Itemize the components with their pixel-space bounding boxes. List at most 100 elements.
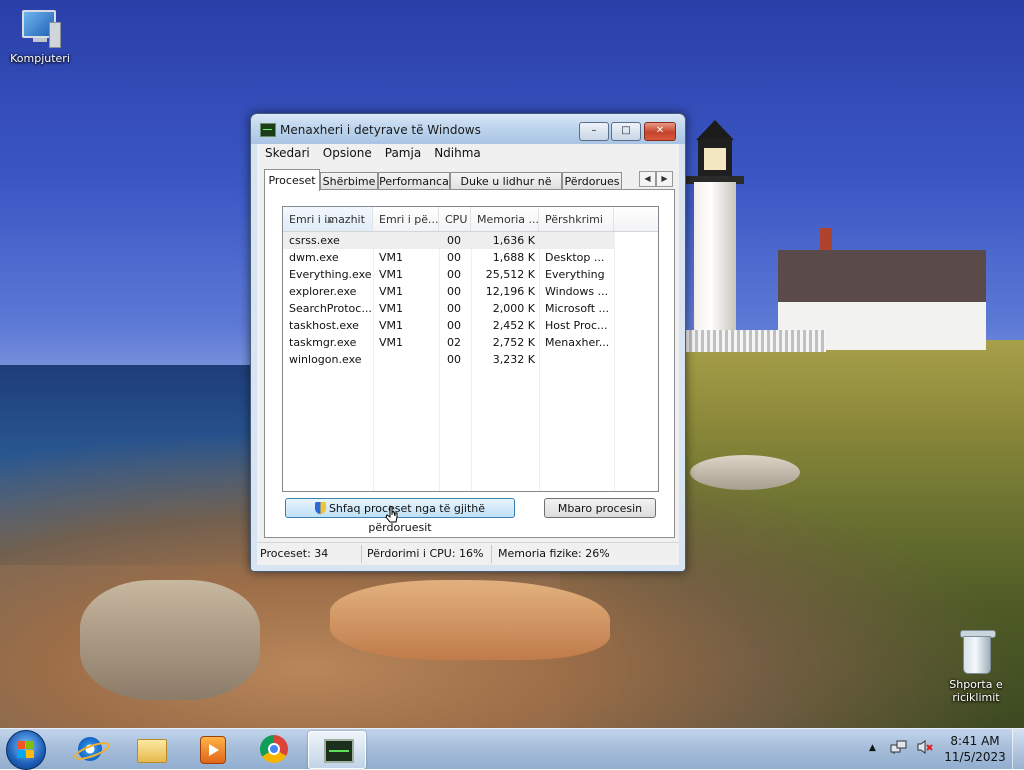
desktop-icon-computer[interactable]: Kompjuteri bbox=[0, 8, 80, 65]
process-user: VM1 bbox=[379, 302, 404, 315]
menu-help[interactable]: Ndihma bbox=[426, 144, 486, 162]
process-user: VM1 bbox=[379, 336, 404, 349]
fence bbox=[686, 330, 826, 352]
window-title: Menaxheri i detyrave të Windows bbox=[280, 123, 481, 137]
process-description bbox=[539, 351, 614, 368]
column-description[interactable]: Përshkrimi bbox=[539, 207, 614, 231]
process-description: Everything bbox=[545, 268, 605, 281]
file-explorer-icon bbox=[137, 739, 167, 763]
close-button[interactable]: ✕ bbox=[644, 122, 676, 141]
show-desktop-button[interactable] bbox=[1012, 729, 1024, 769]
minimize-button[interactable]: – bbox=[579, 122, 609, 141]
system-tray: ▲ 8:41 AM 11/5/2023 bbox=[864, 729, 1024, 769]
chrome-icon bbox=[260, 735, 288, 763]
process-description: Windows ... bbox=[545, 285, 609, 298]
computer-icon bbox=[19, 8, 61, 48]
uac-shield-icon bbox=[314, 502, 326, 514]
table-row[interactable]: winlogon.exe 00 3,232 K bbox=[283, 351, 658, 368]
taskbar-file-explorer[interactable] bbox=[123, 731, 179, 767]
media-player-icon bbox=[200, 736, 226, 764]
process-memory: 25,512 K bbox=[485, 268, 535, 281]
title-bar[interactable]: Menaxheri i detyrave të Windows – □ ✕ bbox=[251, 114, 685, 144]
task-manager-icon bbox=[260, 123, 276, 137]
rock bbox=[330, 580, 610, 660]
volume-muted-icon[interactable] bbox=[916, 739, 934, 758]
process-name: dwm.exe bbox=[289, 251, 339, 264]
table-row[interactable]: taskhost.exe VM1 00 2,452 K Host Proc... bbox=[283, 317, 658, 334]
column-image-name[interactable]: ▲ Emri i imazhit bbox=[283, 207, 373, 231]
process-name: Everything.exe bbox=[289, 268, 372, 281]
list-body: csrss.exe 00 1,636 K dwm.exe VM1 00 1,68… bbox=[283, 232, 658, 368]
menu-options[interactable]: Opsione bbox=[315, 144, 377, 162]
process-name: taskhost.exe bbox=[289, 319, 359, 332]
table-row[interactable]: explorer.exe VM1 00 12,196 K Windows ... bbox=[283, 283, 658, 300]
show-all-users-processes-button[interactable]: Shfaq proceset nga të gjithë përdoruesit bbox=[285, 498, 515, 534]
task-manager-window[interactable]: Menaxheri i detyrave të Windows – □ ✕ Sk… bbox=[250, 113, 686, 572]
processes-panel: ▲ Emri i imazhit Emri i pë... CPU Memori… bbox=[264, 189, 675, 538]
table-row[interactable]: SearchProtoc... VM1 00 2,000 K Microsoft… bbox=[283, 300, 658, 317]
windows-logo-icon bbox=[17, 741, 35, 759]
process-cpu: 00 bbox=[447, 319, 461, 332]
taskbar-media-player[interactable] bbox=[184, 731, 240, 767]
tab-performance[interactable]: Performanca bbox=[378, 172, 450, 190]
list-header: ▲ Emri i imazhit Emri i pë... CPU Memori… bbox=[283, 207, 658, 232]
status-bar: Proceset: 34 Përdorimi i CPU: 16% Memori… bbox=[257, 542, 679, 565]
tab-services[interactable]: Shërbime bbox=[320, 172, 378, 190]
process-cpu: 00 bbox=[447, 234, 461, 247]
rock bbox=[80, 580, 260, 700]
process-cpu: 00 bbox=[447, 302, 461, 315]
clock[interactable]: 8:41 AM 11/5/2023 bbox=[944, 733, 1006, 765]
tab-users[interactable]: Përdorues bbox=[562, 172, 622, 190]
process-name: explorer.exe bbox=[289, 285, 357, 298]
taskbar-internet-explorer[interactable] bbox=[62, 731, 118, 767]
table-row[interactable]: csrss.exe 00 1,636 K bbox=[283, 232, 614, 249]
show-hidden-icons-icon[interactable]: ▲ bbox=[869, 743, 876, 753]
process-memory: 12,196 K bbox=[485, 285, 535, 298]
sort-up-icon: ▲ bbox=[327, 216, 333, 224]
process-description: Host Proc... bbox=[545, 319, 608, 332]
process-cpu: 02 bbox=[447, 336, 461, 349]
tab-scroll-right-icon[interactable]: ▶ bbox=[656, 171, 673, 187]
process-memory: 1,688 K bbox=[492, 251, 535, 264]
process-cpu: 00 bbox=[447, 251, 461, 264]
start-button[interactable] bbox=[6, 730, 46, 770]
table-row[interactable]: taskmgr.exe VM1 02 2,752 K Menaxher... bbox=[283, 334, 658, 351]
menu-view[interactable]: Pamja bbox=[377, 144, 426, 162]
process-cpu: 00 bbox=[447, 353, 461, 366]
maximize-button[interactable]: □ bbox=[611, 122, 641, 141]
process-user bbox=[373, 232, 439, 249]
tab-scroll-left-icon[interactable]: ◀ bbox=[639, 171, 656, 187]
end-process-button[interactable]: Mbaro procesin bbox=[544, 498, 656, 518]
menu-file[interactable]: Skedari bbox=[257, 144, 315, 162]
taskbar-task-manager[interactable] bbox=[308, 731, 366, 769]
process-description: Microsoft ... bbox=[545, 302, 610, 315]
process-user: VM1 bbox=[379, 268, 404, 281]
process-memory: 2,752 K bbox=[492, 336, 535, 349]
recycle-bin-icon bbox=[960, 630, 996, 674]
desktop-icon-recycle-bin[interactable]: Shporta e riciklimit bbox=[936, 630, 1016, 704]
process-memory: 1,636 K bbox=[492, 234, 535, 247]
network-icon[interactable] bbox=[890, 739, 908, 758]
menu-bar: Skedari Opsione Pamja Ndihma bbox=[257, 144, 679, 162]
process-memory: 3,232 K bbox=[492, 353, 535, 366]
rock bbox=[690, 455, 800, 490]
taskbar-chrome[interactable] bbox=[246, 731, 302, 767]
status-cpu-usage: Përdorimi i CPU: 16% bbox=[367, 547, 484, 560]
column-memory[interactable]: Memoria ... bbox=[471, 207, 539, 231]
process-name: SearchProtoc... bbox=[289, 302, 372, 315]
process-memory: 2,000 K bbox=[492, 302, 535, 315]
tab-networking[interactable]: Duke u lidhur në rrjet bbox=[450, 172, 562, 205]
task-manager-icon bbox=[324, 739, 354, 763]
column-user-name[interactable]: Emri i pë... bbox=[373, 207, 439, 231]
process-user: VM1 bbox=[379, 251, 404, 264]
tab-processes[interactable]: Proceset bbox=[264, 169, 320, 191]
table-row[interactable]: dwm.exe VM1 00 1,688 K Desktop ... bbox=[283, 249, 658, 266]
table-row[interactable]: Everything.exe VM1 00 25,512 K Everythin… bbox=[283, 266, 658, 283]
process-description bbox=[539, 232, 614, 249]
column-cpu[interactable]: CPU bbox=[439, 207, 471, 231]
desktop-icon-label: Kompjuteri bbox=[10, 52, 70, 65]
process-list[interactable]: ▲ Emri i imazhit Emri i pë... CPU Memori… bbox=[282, 206, 659, 492]
status-physical-memory: Memoria fizike: 26% bbox=[498, 547, 610, 560]
window-client-area: Proceset Shërbime Performanca Duke u lid… bbox=[257, 162, 679, 565]
process-cpu: 00 bbox=[447, 285, 461, 298]
